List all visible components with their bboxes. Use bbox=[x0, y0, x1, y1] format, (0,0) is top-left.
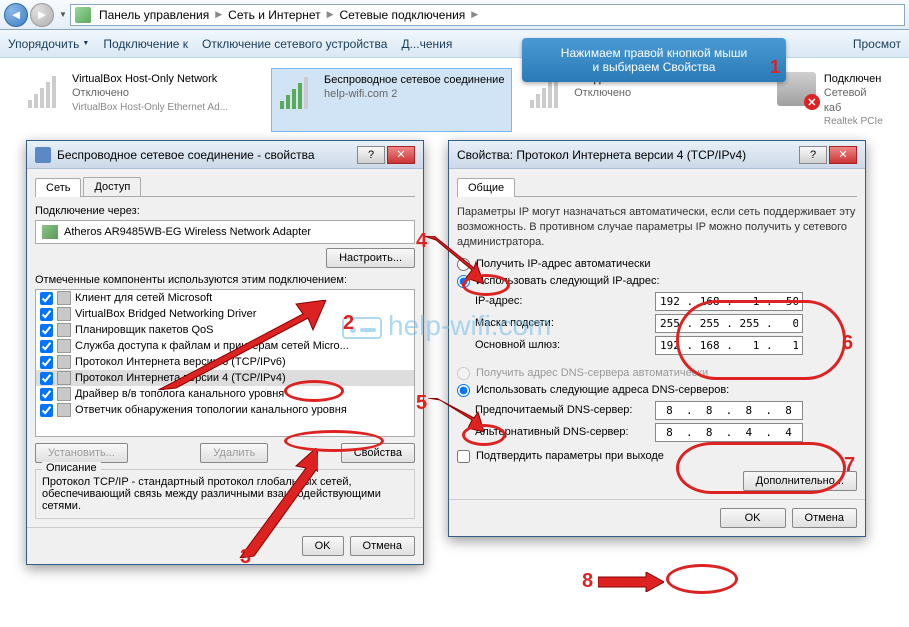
ipv4-properties-dialog: Свойства: Протокол Интернета версии 4 (T… bbox=[448, 140, 866, 537]
properties-button[interactable]: Свойства bbox=[341, 443, 415, 463]
component-icon bbox=[57, 291, 71, 305]
error-x-icon: ✕ bbox=[804, 94, 820, 110]
mask-input[interactable] bbox=[655, 314, 803, 333]
tab-sharing[interactable]: Доступ bbox=[83, 177, 141, 196]
radio-manual-dns[interactable]: Использовать следующие адреса DNS-сервер… bbox=[457, 384, 857, 397]
component-item[interactable]: VirtualBox Bridged Networking Driver bbox=[36, 306, 414, 322]
component-icon bbox=[57, 403, 71, 417]
help-button[interactable]: ? bbox=[799, 146, 827, 164]
component-checkbox[interactable] bbox=[40, 324, 53, 337]
component-item[interactable]: Драйвер в/в тополога канального уровня bbox=[36, 386, 414, 402]
menu-connect[interactable]: Подключение к bbox=[103, 37, 188, 51]
uninstall-button[interactable]: Удалить bbox=[200, 443, 268, 463]
tab-general[interactable]: Общие bbox=[457, 178, 515, 197]
advanced-button[interactable]: Дополнительно... bbox=[743, 471, 857, 491]
crumb-1[interactable]: Сеть и Интернет bbox=[224, 8, 324, 22]
ok-button[interactable]: OK bbox=[720, 508, 786, 528]
component-checkbox[interactable] bbox=[40, 292, 53, 305]
dialog-titlebar: Беспроводное сетевое соединение - свойст… bbox=[27, 141, 423, 169]
component-item[interactable]: Протокол Интернета версии 6 (TCP/IPv6) bbox=[36, 354, 414, 370]
dialog-titlebar: Свойства: Протокол Интернета версии 4 (T… bbox=[449, 141, 865, 169]
menu-organize[interactable]: Упорядочить▼ bbox=[8, 37, 89, 51]
confirm-exit-checkbox[interactable]: Подтвердить параметры при выходе bbox=[457, 450, 857, 463]
adapter-display: Atheros AR9485WB-EG Wireless Network Ada… bbox=[35, 220, 415, 244]
component-icon bbox=[57, 307, 71, 321]
marker-1: 1 bbox=[770, 57, 780, 78]
crumb-0[interactable]: Панель управления bbox=[95, 8, 213, 22]
menu-disable[interactable]: Отключение сетевого устройства bbox=[202, 37, 387, 51]
component-checkbox[interactable] bbox=[40, 404, 53, 417]
dialog-icon bbox=[35, 147, 51, 163]
gateway-label: Основной шлюз: bbox=[475, 339, 655, 351]
menu-view[interactable]: Просмот bbox=[853, 37, 901, 51]
components-list[interactable]: Клиент для сетей Microsoft VirtualBox Br… bbox=[35, 289, 415, 437]
ip-input[interactable] bbox=[655, 292, 803, 311]
components-label: Отмеченные компоненты используются этим … bbox=[35, 274, 415, 286]
component-item[interactable]: Служба доступа к файлам и принтерам сете… bbox=[36, 338, 414, 354]
adapter-icon bbox=[42, 225, 58, 239]
nav-back-button[interactable]: ◄ bbox=[4, 3, 28, 27]
dns1-label: Предпочитаемый DNS-сервер: bbox=[475, 404, 655, 416]
component-item-ipv4[interactable]: Протокол Интернета версии 4 (TCP/IPv4) bbox=[36, 370, 414, 386]
component-checkbox[interactable] bbox=[40, 340, 53, 353]
component-icon bbox=[57, 355, 71, 369]
component-checkbox[interactable] bbox=[40, 372, 53, 385]
component-item[interactable]: Ответчик обнаружения топологии канальног… bbox=[36, 402, 414, 418]
connection-properties-dialog: Беспроводное сетевое соединение - свойст… bbox=[26, 140, 424, 565]
component-icon bbox=[57, 387, 71, 401]
description-group: Описание Протокол TCP/IP - стандартный п… bbox=[35, 469, 415, 519]
ok-button[interactable]: OK bbox=[302, 536, 344, 556]
ipv4-intro: Параметры IP могут назначаться автоматич… bbox=[457, 205, 857, 250]
connection-wireless[interactable]: Беспроводное сетевое соединение help-wif… bbox=[271, 68, 512, 132]
nav-history-dropdown[interactable]: ▼ bbox=[56, 3, 70, 27]
dns2-input[interactable] bbox=[655, 423, 803, 442]
address-bar[interactable]: Панель управления▶ Сеть и Интернет▶ Сете… bbox=[70, 4, 905, 26]
tab-strip: Сеть Доступ bbox=[35, 177, 415, 197]
connection-lan[interactable]: ✕ Подключен Сетевой каб Realtek PCIe bbox=[773, 68, 889, 132]
dns1-input[interactable] bbox=[655, 401, 803, 420]
component-item[interactable]: Клиент для сетей Microsoft bbox=[36, 290, 414, 306]
connection-vbox[interactable]: VirtualBox Host-Only Network Отключено V… bbox=[20, 68, 261, 132]
nav-forward-button[interactable]: ► bbox=[30, 3, 54, 27]
breadcrumb-bar: ◄ ► ▼ Панель управления▶ Сеть и Интернет… bbox=[0, 0, 909, 30]
component-checkbox[interactable] bbox=[40, 356, 53, 369]
cancel-button[interactable]: Отмена bbox=[350, 536, 415, 556]
radio-auto-ip[interactable]: Получить IP-адрес автоматически bbox=[457, 258, 857, 271]
component-item[interactable]: Планировщик пакетов QoS bbox=[36, 322, 414, 338]
component-icon bbox=[57, 339, 71, 353]
connect-via-label: Подключение через: bbox=[35, 205, 415, 217]
mask-label: Маска подсети: bbox=[475, 317, 655, 329]
tab-network[interactable]: Сеть bbox=[35, 178, 81, 197]
signal-icon bbox=[276, 73, 316, 113]
crumb-2[interactable]: Сетевые подключения bbox=[336, 8, 470, 22]
help-button[interactable]: ? bbox=[357, 146, 385, 164]
component-icon bbox=[57, 323, 71, 337]
radio-auto-dns: Получить адрес DNS-сервера автоматически bbox=[457, 367, 857, 380]
network-icon bbox=[75, 7, 91, 23]
component-checkbox[interactable] bbox=[40, 308, 53, 321]
dns2-label: Альтернативный DNS-сервер: bbox=[475, 426, 655, 438]
close-button[interactable]: ✕ bbox=[829, 146, 857, 164]
cancel-button[interactable]: Отмена bbox=[792, 508, 857, 528]
instruction-tooltip: Нажимаем правой кнопкой мыши и выбираем … bbox=[522, 38, 786, 82]
component-checkbox[interactable] bbox=[40, 388, 53, 401]
signal-icon bbox=[24, 72, 64, 112]
component-icon bbox=[57, 371, 71, 385]
radio-manual-ip[interactable]: Использовать следующий IP-адрес: bbox=[457, 275, 857, 288]
dialog-title: Беспроводное сетевое соединение - свойст… bbox=[57, 148, 315, 162]
configure-button[interactable]: Настроить... bbox=[326, 248, 415, 268]
menu-diagnose[interactable]: Д...чения bbox=[401, 37, 452, 51]
close-button[interactable]: ✕ bbox=[387, 146, 415, 164]
gateway-input[interactable] bbox=[655, 336, 803, 355]
dialog-title: Свойства: Протокол Интернета версии 4 (T… bbox=[457, 148, 746, 162]
install-button[interactable]: Установить... bbox=[35, 443, 128, 463]
ip-label: IP-адрес: bbox=[475, 295, 655, 307]
